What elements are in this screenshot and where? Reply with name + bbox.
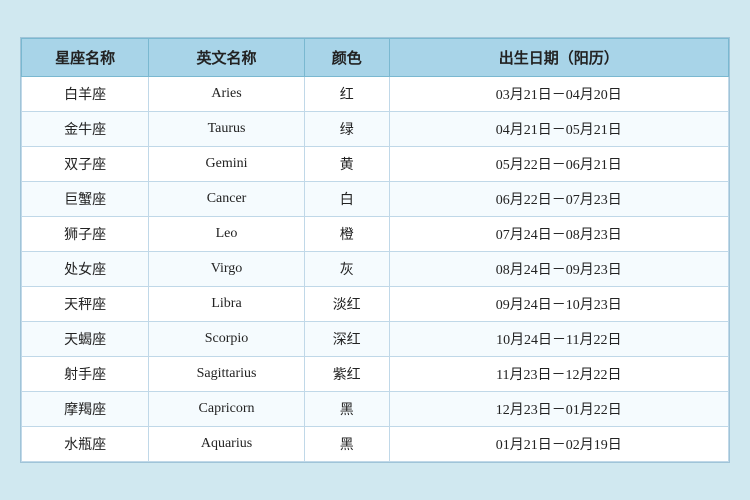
- cell-color: 黑: [304, 427, 389, 462]
- cell-english-name: Capricorn: [149, 392, 305, 427]
- cell-birthdate: 09月24日－10月23日: [389, 287, 728, 322]
- cell-birthdate: 07月24日－08月23日: [389, 217, 728, 252]
- cell-english-name: Virgo: [149, 252, 305, 287]
- cell-birthdate: 06月22日－07月23日: [389, 182, 728, 217]
- cell-birthdate: 03月21日－04月20日: [389, 77, 728, 112]
- cell-chinese-name: 处女座: [22, 252, 149, 287]
- table-row: 水瓶座Aquarius黑01月21日－02月19日: [22, 427, 729, 462]
- zodiac-table-container: 星座名称 英文名称 颜色 出生日期（阳历） 白羊座Aries红03月21日－04…: [20, 37, 730, 463]
- cell-english-name: Aquarius: [149, 427, 305, 462]
- cell-color: 紫红: [304, 357, 389, 392]
- table-header-row: 星座名称 英文名称 颜色 出生日期（阳历）: [22, 39, 729, 77]
- cell-chinese-name: 巨蟹座: [22, 182, 149, 217]
- cell-birthdate: 08月24日－09月23日: [389, 252, 728, 287]
- zodiac-table: 星座名称 英文名称 颜色 出生日期（阳历） 白羊座Aries红03月21日－04…: [21, 38, 729, 462]
- cell-chinese-name: 双子座: [22, 147, 149, 182]
- cell-chinese-name: 狮子座: [22, 217, 149, 252]
- cell-birthdate: 04月21日－05月21日: [389, 112, 728, 147]
- table-row: 金牛座Taurus绿04月21日－05月21日: [22, 112, 729, 147]
- cell-birthdate: 12月23日－01月22日: [389, 392, 728, 427]
- cell-birthdate: 11月23日－12月22日: [389, 357, 728, 392]
- cell-color: 深红: [304, 322, 389, 357]
- cell-color: 黑: [304, 392, 389, 427]
- cell-chinese-name: 金牛座: [22, 112, 149, 147]
- cell-color: 绿: [304, 112, 389, 147]
- cell-english-name: Aries: [149, 77, 305, 112]
- cell-english-name: Sagittarius: [149, 357, 305, 392]
- cell-color: 橙: [304, 217, 389, 252]
- header-birthdate: 出生日期（阳历）: [389, 39, 728, 77]
- cell-chinese-name: 射手座: [22, 357, 149, 392]
- table-row: 双子座Gemini黄05月22日－06月21日: [22, 147, 729, 182]
- table-row: 巨蟹座Cancer白06月22日－07月23日: [22, 182, 729, 217]
- cell-chinese-name: 白羊座: [22, 77, 149, 112]
- cell-color: 白: [304, 182, 389, 217]
- header-chinese-name: 星座名称: [22, 39, 149, 77]
- table-row: 狮子座Leo橙07月24日－08月23日: [22, 217, 729, 252]
- cell-english-name: Taurus: [149, 112, 305, 147]
- cell-english-name: Libra: [149, 287, 305, 322]
- cell-english-name: Gemini: [149, 147, 305, 182]
- table-row: 天秤座Libra淡红09月24日－10月23日: [22, 287, 729, 322]
- cell-chinese-name: 天蝎座: [22, 322, 149, 357]
- cell-birthdate: 05月22日－06月21日: [389, 147, 728, 182]
- cell-color: 淡红: [304, 287, 389, 322]
- cell-english-name: Cancer: [149, 182, 305, 217]
- cell-color: 黄: [304, 147, 389, 182]
- table-body: 白羊座Aries红03月21日－04月20日金牛座Taurus绿04月21日－0…: [22, 77, 729, 462]
- cell-birthdate: 01月21日－02月19日: [389, 427, 728, 462]
- table-row: 白羊座Aries红03月21日－04月20日: [22, 77, 729, 112]
- table-row: 摩羯座Capricorn黑12月23日－01月22日: [22, 392, 729, 427]
- cell-english-name: Leo: [149, 217, 305, 252]
- cell-birthdate: 10月24日－11月22日: [389, 322, 728, 357]
- cell-chinese-name: 天秤座: [22, 287, 149, 322]
- cell-color: 灰: [304, 252, 389, 287]
- cell-english-name: Scorpio: [149, 322, 305, 357]
- header-color: 颜色: [304, 39, 389, 77]
- cell-chinese-name: 摩羯座: [22, 392, 149, 427]
- table-row: 射手座Sagittarius紫红11月23日－12月22日: [22, 357, 729, 392]
- header-english-name: 英文名称: [149, 39, 305, 77]
- table-row: 天蝎座Scorpio深红10月24日－11月22日: [22, 322, 729, 357]
- cell-color: 红: [304, 77, 389, 112]
- table-row: 处女座Virgo灰08月24日－09月23日: [22, 252, 729, 287]
- cell-chinese-name: 水瓶座: [22, 427, 149, 462]
